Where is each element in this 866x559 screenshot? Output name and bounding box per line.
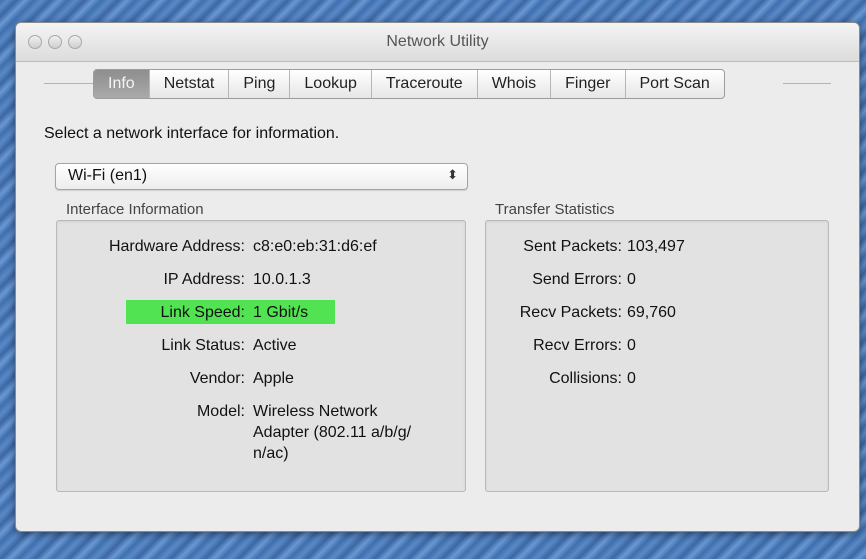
recv-errors-value: 0 — [627, 337, 636, 354]
model-value-line3: n/ac) — [253, 445, 289, 462]
tab-traceroute[interactable]: Traceroute — [372, 70, 478, 98]
info-row-model: Model: Wireless Network Adapter (802.11 … — [57, 403, 465, 473]
interface-select-value: Wi-Fi (en1) — [68, 167, 148, 184]
hardware-address-label: Hardware Address: — [108, 238, 245, 255]
sent-packets-value: 103,497 — [627, 238, 685, 255]
interface-prompt: Select a network interface for informati… — [44, 125, 340, 142]
info-row-ip: IP Address: 10.0.1.3 — [57, 271, 465, 293]
link-status-value: Active — [253, 337, 297, 354]
tab-finger[interactable]: Finger — [551, 70, 626, 98]
window-title: Network Utility — [386, 33, 489, 50]
tab-bar: Info Netstat Ping Lookup Traceroute Whoi… — [93, 69, 725, 99]
vendor-label: Vendor: — [189, 370, 245, 387]
recv-packets-value: 69,760 — [627, 304, 676, 321]
stats-row-collisions: Collisions: 0 — [486, 370, 828, 392]
recv-errors-label: Recv Errors: — [533, 337, 622, 354]
tab-divider-left — [44, 83, 94, 84]
transfer-stats-heading: Transfer Statistics — [495, 201, 615, 218]
stats-row-sent-packets: Sent Packets: 103,497 — [486, 238, 828, 260]
collisions-label: Collisions: — [549, 370, 622, 387]
transfer-stats-panel: Sent Packets: 103,497 Send Errors: 0 Rec… — [485, 220, 829, 492]
send-errors-label: Send Errors: — [532, 271, 622, 288]
tab-whois[interactable]: Whois — [478, 70, 552, 98]
model-value-line1: Wireless Network — [253, 403, 378, 420]
updown-arrows-icon: ⬍ — [447, 167, 458, 182]
tab-port-scan[interactable]: Port Scan — [626, 70, 724, 98]
recv-packets-label: Recv Packets: — [519, 304, 622, 321]
ip-address-label: IP Address: — [163, 271, 245, 288]
info-row-link-status: Link Status: Active — [57, 337, 465, 359]
ip-address-value: 10.0.1.3 — [253, 271, 311, 288]
interface-info-panel: Hardware Address: c8:e0:eb:31:d6:ef IP A… — [56, 220, 466, 492]
info-row-vendor: Vendor: Apple — [57, 370, 465, 392]
stats-row-send-errors: Send Errors: 0 — [486, 271, 828, 293]
network-utility-window: Network Utility Info Netstat Ping Lookup… — [15, 22, 860, 532]
link-speed-value: 1 Gbit/s — [253, 304, 309, 321]
hardware-address-value: c8:e0:eb:31:d6:ef — [253, 238, 377, 255]
interface-info-heading: Interface Information — [66, 201, 204, 218]
tab-netstat[interactable]: Netstat — [150, 70, 230, 98]
tab-divider-right — [783, 83, 831, 84]
model-value-line2: Adapter (802.11 a/b/g/ — [253, 424, 412, 441]
vendor-value: Apple — [253, 370, 294, 387]
stats-row-recv-packets: Recv Packets: 69,760 — [486, 304, 828, 326]
interface-select[interactable]: Wi-Fi (en1) ⬍ — [55, 163, 468, 190]
info-row-hardware: Hardware Address: c8:e0:eb:31:d6:ef — [57, 238, 465, 260]
info-row-link-speed: Link Speed: 1 Gbit/s — [57, 304, 465, 326]
collisions-value: 0 — [627, 370, 636, 387]
link-status-label: Link Status: — [161, 337, 245, 354]
sent-packets-label: Sent Packets: — [523, 238, 622, 255]
link-speed-label: Link Speed: — [160, 304, 245, 321]
tab-info[interactable]: Info — [94, 70, 150, 98]
send-errors-value: 0 — [627, 271, 636, 288]
model-label: Model: — [196, 403, 245, 420]
tab-lookup[interactable]: Lookup — [290, 70, 372, 98]
stats-row-recv-errors: Recv Errors: 0 — [486, 337, 828, 359]
title-bar: Network Utility — [16, 23, 859, 62]
tab-ping[interactable]: Ping — [229, 70, 291, 98]
